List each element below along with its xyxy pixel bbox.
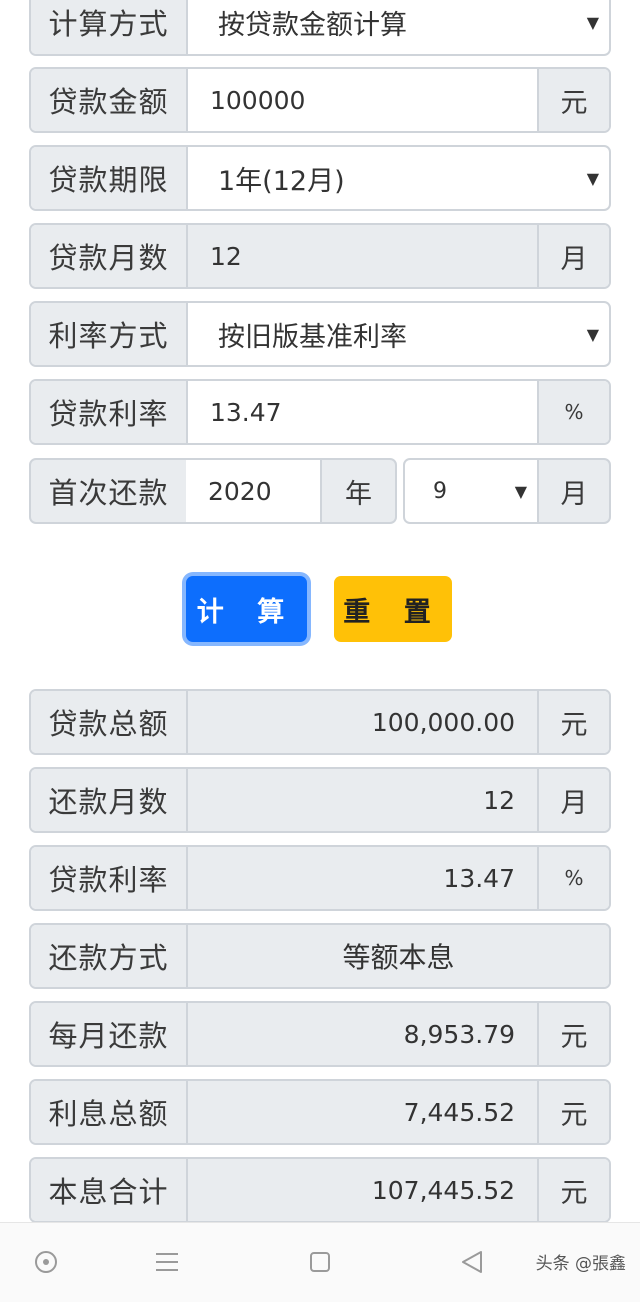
reset-button[interactable]: 重 置: [334, 576, 452, 642]
back-triangle-icon[interactable]: [457, 1247, 487, 1277]
loan-amount-unit: 元: [537, 69, 609, 131]
circle-dot-icon[interactable]: [31, 1247, 61, 1277]
chevron-down-icon: ▼: [514, 481, 527, 501]
monthly-payment-row: 每月还款 8,953.79 元: [29, 1001, 611, 1067]
result-rate-unit: %: [537, 847, 609, 909]
result-rate-label: 贷款利率: [31, 847, 188, 909]
first-repay-year-unit: 年: [320, 458, 397, 524]
monthly-payment-unit: 元: [537, 1003, 609, 1065]
chevron-down-icon: ▼: [586, 324, 599, 344]
monthly-payment-label: 每月还款: [31, 1003, 188, 1065]
calculate-button[interactable]: 计 算: [186, 576, 307, 642]
menu-icon[interactable]: [152, 1247, 182, 1277]
loan-rate-input[interactable]: 13.47: [188, 381, 537, 443]
loan-amount-row: 贷款金额 100000 元: [29, 67, 611, 133]
loan-months-row: 贷款月数 12 月: [29, 223, 611, 289]
repay-method-row: 还款方式 等额本息: [29, 923, 611, 989]
first-repay-month-unit: 月: [537, 458, 611, 524]
monthly-payment-value: 8,953.79: [188, 1003, 537, 1065]
calc-method-select[interactable]: 按贷款金额计算 ▼: [188, 0, 609, 54]
system-nav-bar: 头条 @張鑫: [0, 1222, 640, 1302]
rate-method-row: 利率方式 按旧版基准利率 ▼: [29, 301, 611, 367]
first-repay-month-select[interactable]: 9 ▼: [403, 458, 539, 524]
total-loan-label: 贷款总额: [31, 691, 188, 753]
loan-rate-unit: %: [537, 381, 609, 443]
loan-term-row: 贷款期限 1年(12月) ▼: [29, 145, 611, 211]
chevron-down-icon: ▼: [586, 168, 599, 188]
square-icon[interactable]: [305, 1247, 335, 1277]
loan-months-unit: 月: [537, 225, 609, 287]
total-loan-value: 100,000.00: [188, 691, 537, 753]
loan-months-label: 贷款月数: [31, 225, 188, 287]
first-repay-row: 首次还款 2020 年 9 ▼ 月: [29, 458, 611, 524]
repay-method-label: 还款方式: [31, 925, 188, 987]
loan-rate-row: 贷款利率 13.47 %: [29, 379, 611, 445]
action-buttons: 计 算 重 置: [0, 570, 640, 650]
loan-term-label: 贷款期限: [31, 147, 188, 209]
chevron-down-icon: ▼: [586, 12, 599, 32]
total-loan-row: 贷款总额 100,000.00 元: [29, 689, 611, 755]
first-repay-year-input[interactable]: 2020: [186, 458, 321, 524]
repay-months-row: 还款月数 12 月: [29, 767, 611, 833]
loan-months-field: 12: [188, 225, 537, 287]
repay-months-unit: 月: [537, 769, 609, 831]
loan-amount-input[interactable]: 100000: [188, 69, 537, 131]
watermark: 头条 @張鑫: [535, 1254, 626, 1274]
rate-method-select[interactable]: 按旧版基准利率 ▼: [188, 303, 609, 365]
total-loan-unit: 元: [537, 691, 609, 753]
total-sum-row: 本息合计 107,445.52 元: [29, 1157, 611, 1223]
rate-method-value: 按旧版基准利率: [218, 321, 407, 353]
total-interest-label: 利息总额: [31, 1081, 188, 1143]
result-rate-row: 贷款利率 13.47 %: [29, 845, 611, 911]
total-sum-value: 107,445.52: [188, 1159, 537, 1221]
total-interest-row: 利息总额 7,445.52 元: [29, 1079, 611, 1145]
loan-rate-label: 贷款利率: [31, 381, 188, 443]
repay-months-value: 12: [188, 769, 537, 831]
rate-method-label: 利率方式: [31, 303, 188, 365]
calc-method-row: 计算方式 按贷款金额计算 ▼: [29, 0, 611, 56]
total-interest-value: 7,445.52: [188, 1081, 537, 1143]
calc-method-label: 计算方式: [31, 0, 188, 54]
total-sum-unit: 元: [537, 1159, 609, 1221]
result-rate-value: 13.47: [188, 847, 537, 909]
total-sum-label: 本息合计: [31, 1159, 188, 1221]
first-repay-month-value: 9: [433, 478, 447, 504]
loan-amount-label: 贷款金额: [31, 69, 188, 131]
repay-method-value: 等额本息: [188, 925, 609, 987]
repay-months-label: 还款月数: [31, 769, 188, 831]
first-repay-label: 首次还款: [29, 458, 188, 524]
loan-term-value: 1年(12月): [218, 165, 345, 197]
calc-method-value: 按贷款金额计算: [218, 9, 407, 41]
loan-term-select[interactable]: 1年(12月) ▼: [188, 147, 609, 209]
total-interest-unit: 元: [537, 1081, 609, 1143]
